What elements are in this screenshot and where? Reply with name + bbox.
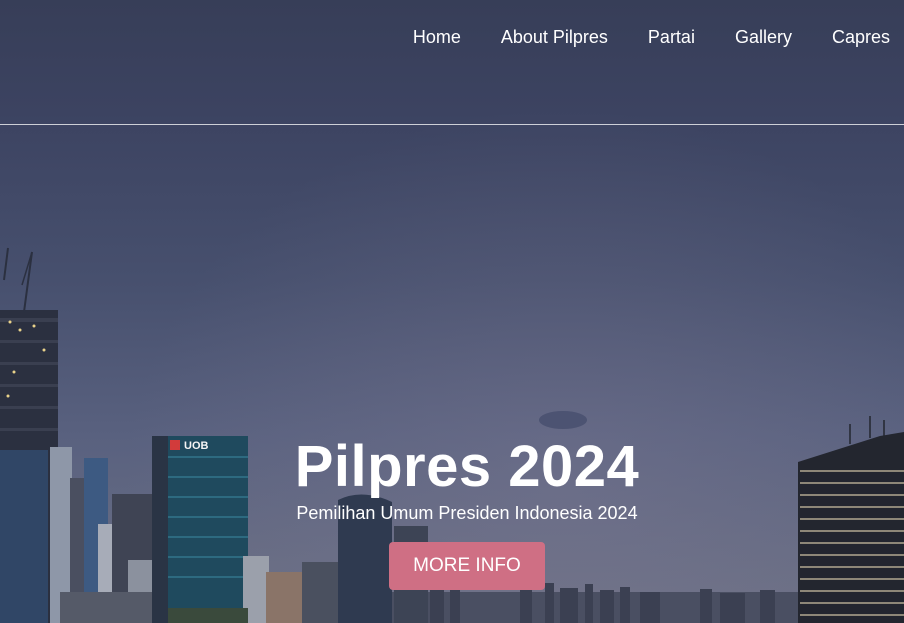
green-lit-base (168, 608, 248, 623)
hero-title: Pilpres 2024 (294, 434, 640, 499)
top-navbar: Home About Pilpres Partai Gallery Capres (0, 0, 904, 125)
cloud (539, 411, 587, 429)
nav-item-about-pilpres[interactable]: About Pilpres (501, 26, 608, 48)
nav-item-home[interactable]: Home (413, 26, 461, 48)
hero-section: UOB Home About Pilpres Partai Gallery Ca… (0, 0, 904, 623)
hero-content: Pilpres 2024 Pemilihan Umum Presiden Ind… (0, 436, 904, 590)
nav-menu: Home About Pilpres Partai Gallery Capres (413, 26, 890, 48)
more-info-button[interactable]: MORE INFO (389, 542, 545, 590)
nav-item-capres[interactable]: Capres (832, 26, 890, 48)
nav-item-partai[interactable]: Partai (648, 26, 695, 48)
street-level-buildings (60, 592, 160, 623)
nav-item-gallery[interactable]: Gallery (735, 26, 792, 48)
hero-subtitle: Pemilihan Umum Presiden Indonesia 2024 (296, 503, 638, 523)
